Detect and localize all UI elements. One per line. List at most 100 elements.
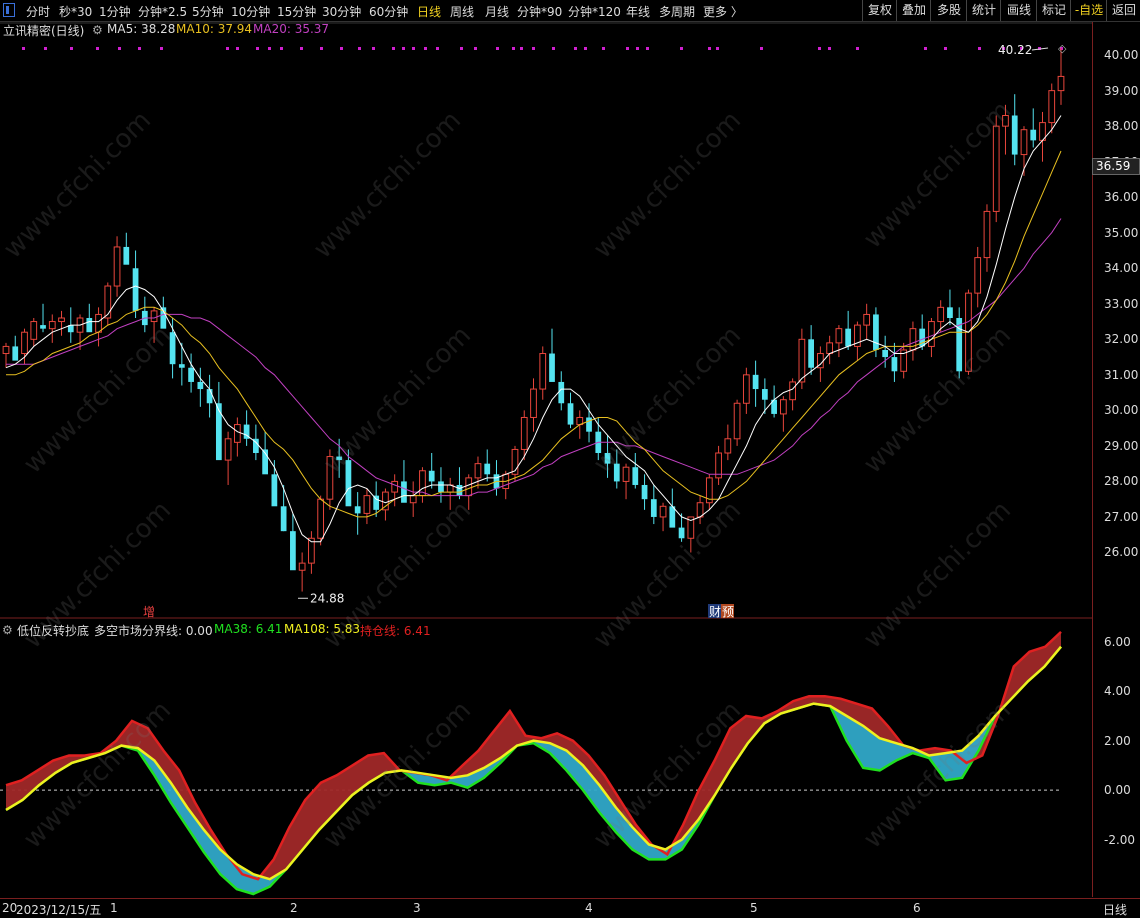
signal-dot xyxy=(320,47,323,50)
signal-dot xyxy=(226,47,229,50)
candle-up xyxy=(520,416,528,450)
candle-up xyxy=(798,338,806,383)
toolbar-button-1[interactable]: 叠加 xyxy=(896,0,931,21)
month-label: 3 xyxy=(413,901,421,915)
candle-up xyxy=(409,495,417,504)
candle-up xyxy=(724,438,732,454)
candle-down xyxy=(438,481,444,493)
signal-dot xyxy=(602,47,605,50)
period-tab-3[interactable]: 分钟*2.5 xyxy=(138,3,187,20)
period-tab-8[interactable]: 60分钟 xyxy=(369,3,408,20)
candle-up xyxy=(733,402,741,440)
month-label: 5 xyxy=(750,901,758,915)
period-tab-16[interactable]: 更多 〉 xyxy=(703,3,743,20)
toolbar-button-6[interactable]: -自选 xyxy=(1070,0,1107,21)
signal-dot xyxy=(340,47,343,50)
candle-down xyxy=(86,318,93,333)
period-tab-7[interactable]: 30分钟 xyxy=(322,3,361,20)
period-tab-10[interactable]: 周线 xyxy=(450,3,474,20)
signal-dot xyxy=(532,47,535,50)
period-tab-2[interactable]: 1分钟 xyxy=(99,3,131,20)
signal-dot xyxy=(96,47,99,50)
candle-down xyxy=(373,495,380,510)
toolbar-button-0[interactable]: 复权 xyxy=(862,0,897,21)
month-label: 6 xyxy=(913,901,921,915)
candle-down xyxy=(808,339,815,368)
candle-down xyxy=(567,403,574,425)
toolbar-button-2[interactable]: 多股 xyxy=(930,0,967,21)
candle-up xyxy=(317,498,325,539)
candle-up xyxy=(937,306,945,323)
period-tab-15[interactable]: 多周期 xyxy=(659,3,695,20)
month-label: 4 xyxy=(585,901,593,915)
toolbar-button-7[interactable]: 返回 xyxy=(1106,0,1140,21)
toolbar-button-4[interactable]: 画线 xyxy=(1000,0,1037,21)
toolbar-button-3[interactable]: 统计 xyxy=(966,0,1001,21)
signal-dot xyxy=(646,47,649,50)
period-tab-13[interactable]: 分钟*120 xyxy=(568,3,621,20)
candle-up xyxy=(382,491,389,511)
candle-up xyxy=(30,321,38,340)
candle-up xyxy=(21,331,28,355)
current-price-tag: 36.59 xyxy=(1092,158,1140,175)
toolbar-button-5[interactable]: 标记 xyxy=(1036,0,1071,21)
event-marker-zeng: 增 xyxy=(143,605,155,619)
indicator-tick: -2.00 xyxy=(1104,832,1136,847)
app-logo-icon[interactable] xyxy=(3,3,15,17)
price-tick: 26.00 xyxy=(1104,545,1139,560)
candle-up xyxy=(530,388,537,418)
candle-up xyxy=(779,399,787,415)
signal-dot xyxy=(256,47,259,50)
signal-dot xyxy=(236,47,239,50)
candle-down xyxy=(197,381,204,390)
candle-up xyxy=(539,353,547,390)
candle-down xyxy=(650,499,657,517)
candle-down xyxy=(549,353,555,382)
period-tab-14[interactable]: 年线 xyxy=(626,3,650,20)
period-label[interactable]: 日线 xyxy=(1103,901,1127,918)
signal-dot xyxy=(358,47,361,50)
price-tick: 28.00 xyxy=(1104,474,1139,489)
signal-dot xyxy=(924,47,927,50)
price-tick: 30.00 xyxy=(1104,403,1139,418)
candle-down xyxy=(271,474,278,507)
event-marker-yu: 预 xyxy=(722,605,734,619)
signal-dot xyxy=(574,47,577,50)
period-tab-6[interactable]: 15分钟 xyxy=(277,3,316,20)
price-tick: 39.00 xyxy=(1104,83,1139,98)
signal-dot xyxy=(70,47,73,50)
candle-down xyxy=(882,349,889,358)
indicator-tick: 0.00 xyxy=(1104,783,1131,798)
candle-up xyxy=(48,321,56,330)
period-tab-5[interactable]: 10分钟 xyxy=(231,3,270,20)
price-tick: 38.00 xyxy=(1104,119,1139,134)
candle-up xyxy=(298,562,306,571)
candle-up xyxy=(974,257,982,294)
candle-up xyxy=(826,342,834,355)
signal-dot xyxy=(280,47,283,50)
period-tab-1[interactable]: 秒*30 xyxy=(59,3,92,20)
period-tab-11[interactable]: 月线 xyxy=(485,3,509,20)
time-axis: 20 2023/12/15/五 1 2 3 4 5 6 日线 xyxy=(0,898,1140,918)
candle-down xyxy=(669,506,676,528)
candle-up xyxy=(474,463,482,479)
candle-down xyxy=(484,463,491,475)
period-tab-0[interactable]: 分时 xyxy=(26,3,50,20)
candle-down xyxy=(873,314,879,350)
candle-up xyxy=(58,317,65,323)
candle-down xyxy=(123,246,130,265)
period-tab-9[interactable]: 日线 xyxy=(417,3,441,20)
candle-down xyxy=(845,328,852,347)
candle-up xyxy=(983,210,991,259)
candle-down xyxy=(290,531,296,571)
candle-down xyxy=(1011,115,1018,155)
candle-down xyxy=(1030,129,1037,141)
candle-down xyxy=(428,470,435,482)
candle-up xyxy=(363,495,371,514)
candle-down xyxy=(586,417,592,432)
signal-dot xyxy=(818,47,821,50)
period-tab-12[interactable]: 分钟*90 xyxy=(517,3,562,20)
signal-dot xyxy=(680,47,683,50)
signal-dot xyxy=(636,47,639,50)
period-tab-4[interactable]: 5分钟 xyxy=(192,3,224,20)
